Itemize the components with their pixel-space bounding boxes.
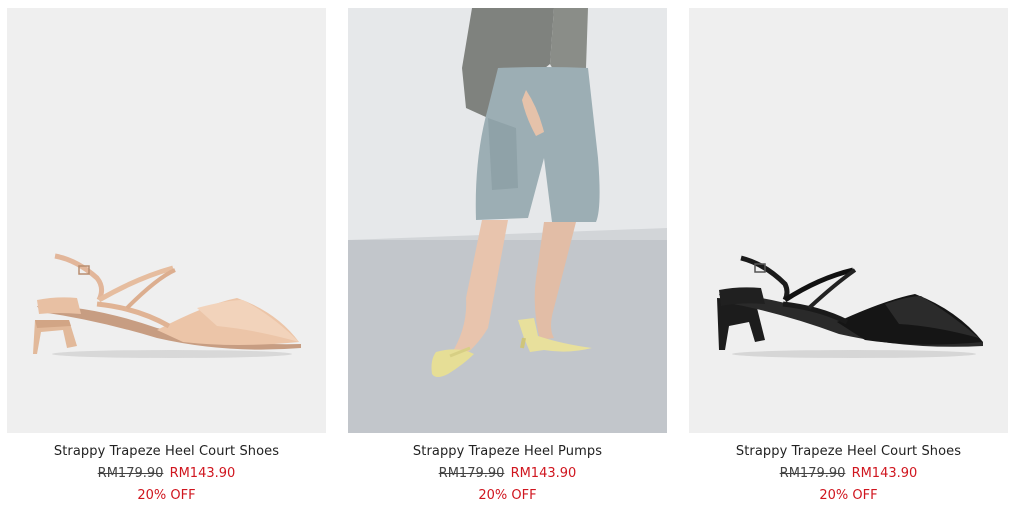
product-card[interactable]: Strappy Trapeze Heel Court Shoes RM179.9…: [7, 8, 326, 504]
product-card[interactable]: Strappy Trapeze Heel Court Shoes RM179.9…: [689, 8, 1008, 504]
product-card[interactable]: Strappy Trapeze Heel Pumps RM179.90 RM14…: [348, 8, 667, 504]
discount-label: 20% OFF: [478, 488, 537, 503]
sale-price: RM143.90: [169, 466, 236, 481]
product-image[interactable]: [689, 8, 1008, 433]
price-row: RM179.90 RM143.90: [7, 465, 326, 482]
original-price: RM179.90: [438, 466, 505, 481]
product-name[interactable]: Strappy Trapeze Heel Court Shoes: [689, 443, 1008, 460]
discount-label: 20% OFF: [137, 488, 196, 503]
product-grid: Strappy Trapeze Heel Court Shoes RM179.9…: [0, 0, 1016, 516]
discount-label: 20% OFF: [819, 488, 878, 503]
sale-price: RM143.90: [510, 466, 577, 481]
original-price: RM179.90: [779, 466, 846, 481]
original-price: RM179.90: [97, 466, 164, 481]
price-row: RM179.90 RM143.90: [348, 465, 667, 482]
product-name[interactable]: Strappy Trapeze Heel Court Shoes: [7, 443, 326, 460]
product-image[interactable]: [7, 8, 326, 433]
product-name[interactable]: Strappy Trapeze Heel Pumps: [348, 443, 667, 460]
sale-price: RM143.90: [851, 466, 918, 481]
price-row: RM179.90 RM143.90: [689, 465, 1008, 482]
product-image[interactable]: [348, 8, 667, 433]
